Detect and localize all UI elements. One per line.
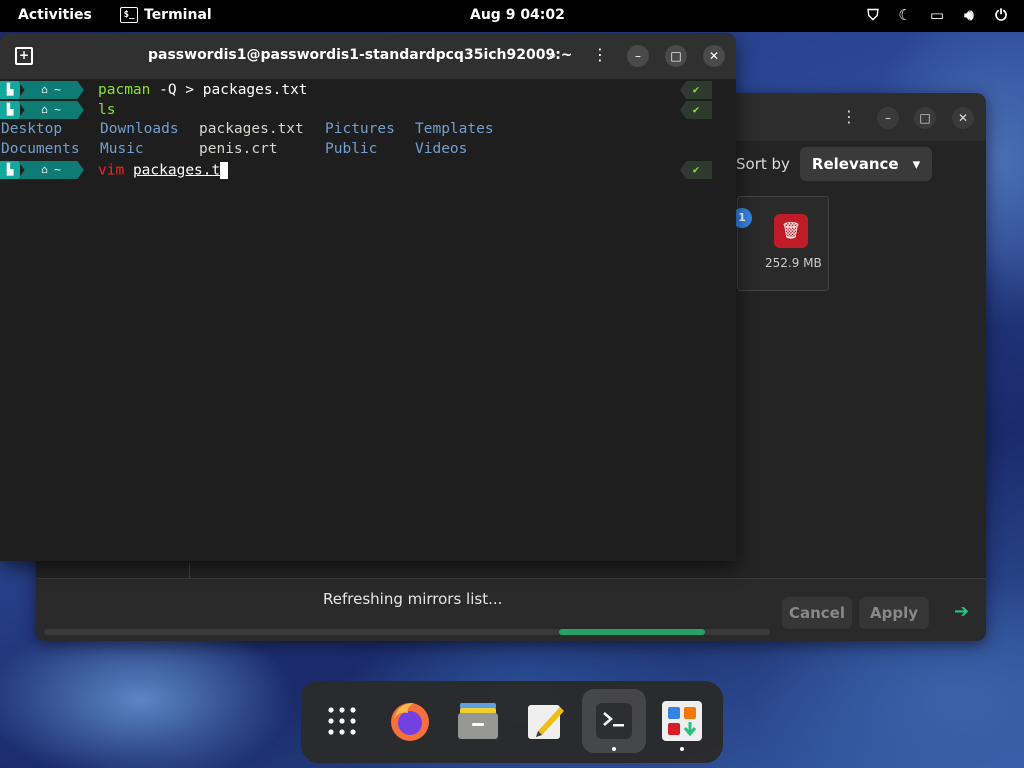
search-icon[interactable]: ⌕ <box>548 45 557 65</box>
maximize-button[interactable]: □ <box>665 45 687 67</box>
terminal-icon <box>596 703 632 739</box>
menu-icon[interactable]: ⋮ <box>592 45 608 64</box>
ls-entry: Videos <box>415 141 468 157</box>
apply-button[interactable]: Apply <box>859 597 929 629</box>
network-wired-icon[interactable]: ▭ <box>928 6 946 24</box>
text-cursor <box>220 161 229 179</box>
app-grid-button[interactable] <box>310 689 374 753</box>
privacy-shield-icon[interactable]: ⛉ <box>864 6 882 24</box>
chevron-down-icon: ▾ <box>912 155 921 173</box>
ls-entry: Documents <box>1 141 80 157</box>
ls-entry: Downloads <box>100 121 179 137</box>
command-args: -Q > packages.txt <box>150 82 308 98</box>
distro-icon: ▙ <box>0 101 20 119</box>
ls-entry: Public <box>325 141 378 157</box>
new-tab-icon[interactable]: + <box>15 47 33 65</box>
firefox-icon <box>391 703 429 741</box>
running-indicator <box>680 747 684 751</box>
ls-entry: Pictures <box>325 121 395 137</box>
window-menu-icon[interactable]: ⋮ <box>841 107 857 126</box>
firefox-launcher[interactable] <box>378 689 442 753</box>
prompt-line: ▙ ⌂ ~ pacman -Q > packages.txt <box>0 80 308 100</box>
ls-entry: Music <box>100 141 144 157</box>
app-grid-icon <box>328 707 356 735</box>
prompt-dir: ⌂ ~ <box>18 101 84 119</box>
cancel-button[interactable]: Cancel <box>782 597 852 629</box>
running-indicator <box>612 747 616 751</box>
ls-entry: packages.txt <box>199 121 304 137</box>
status-ok: ✔ <box>680 81 712 99</box>
command-name: vim <box>98 162 125 178</box>
sort-value: Relevance <box>811 155 899 173</box>
sort-label: Sort by <box>736 155 790 173</box>
divider <box>189 563 190 579</box>
app-menu[interactable]: $_ Terminal <box>120 7 212 23</box>
ls-entry: Desktop <box>1 121 63 137</box>
terminal-output[interactable]: ▙ ⌂ ~ pacman -Q > packages.txt ✔ ▙ ⌂ ~ l… <box>0 79 736 561</box>
system-tray[interactable]: ⛉ ☾ ▭ 🔊︎ ⏻ <box>864 6 1010 24</box>
minimize-button[interactable]: – <box>877 107 899 129</box>
close-button[interactable]: ✕ <box>703 45 725 67</box>
terminal-window: + passwordis1@passwordis1-standardpcq35i… <box>0 33 736 561</box>
minimize-button[interactable]: – <box>627 45 649 67</box>
distro-icon: ▙ <box>0 81 20 99</box>
ls-entry: Templates <box>415 121 494 137</box>
command-args: packages.t <box>132 162 221 178</box>
terminal-app-icon: $_ <box>120 7 138 23</box>
progress-fill <box>559 629 705 635</box>
power-icon[interactable]: ⏻ <box>992 6 1010 24</box>
trash-icon[interactable]: 🗑︎ <box>774 214 808 248</box>
dock <box>301 681 723 763</box>
prompt-line: ▙ ⌂ ~ vim packages.t <box>0 160 229 180</box>
item-size: 252.9 MB <box>765 256 822 270</box>
volume-icon[interactable]: 🔊︎ <box>960 6 978 24</box>
top-bar: Activities $_ Terminal Aug 9 04:02 ⛉ ☾ ▭… <box>0 0 1024 32</box>
clock[interactable]: Aug 9 04:02 <box>470 7 565 23</box>
terminal-launcher[interactable] <box>582 689 646 753</box>
close-button[interactable]: ✕ <box>952 107 974 129</box>
prompt-dir: ⌂ ~ <box>18 161 84 179</box>
sort-bar: Sort by Relevance ▾ <box>736 147 933 181</box>
files-icon <box>458 703 498 739</box>
app-menu-label: Terminal <box>144 7 212 23</box>
prompt-dir: ⌂ ~ <box>18 81 84 99</box>
ls-entry: penis.crt <box>199 141 278 157</box>
text-editor-icon <box>528 705 564 739</box>
distro-icon: ▙ <box>0 161 20 179</box>
status-ok: ✔ <box>680 101 712 119</box>
night-light-icon[interactable]: ☾ <box>896 6 914 24</box>
terminal-title: passwordis1@passwordis1-standardpcq35ich… <box>148 47 573 63</box>
status-text: Refreshing mirrors list... <box>323 590 503 608</box>
command-name: pacman <box>98 82 151 98</box>
prompt-line: ▙ ⌂ ~ ls <box>0 100 115 120</box>
footer-bar: Refreshing mirrors list... Cancel Apply … <box>36 563 986 641</box>
activities-button[interactable]: Activities <box>18 7 92 23</box>
software-launcher[interactable] <box>650 689 714 753</box>
sort-dropdown[interactable]: Relevance ▾ <box>799 147 933 181</box>
progress-bar <box>44 629 770 635</box>
maximize-button[interactable]: □ <box>914 107 936 129</box>
status-ok: ✔ <box>680 161 712 179</box>
files-launcher[interactable] <box>446 689 510 753</box>
arrow-right-icon[interactable]: ➔ <box>954 601 969 622</box>
text-editor-launcher[interactable] <box>514 689 578 753</box>
software-icon <box>662 701 702 741</box>
command-name: ls <box>98 102 116 118</box>
